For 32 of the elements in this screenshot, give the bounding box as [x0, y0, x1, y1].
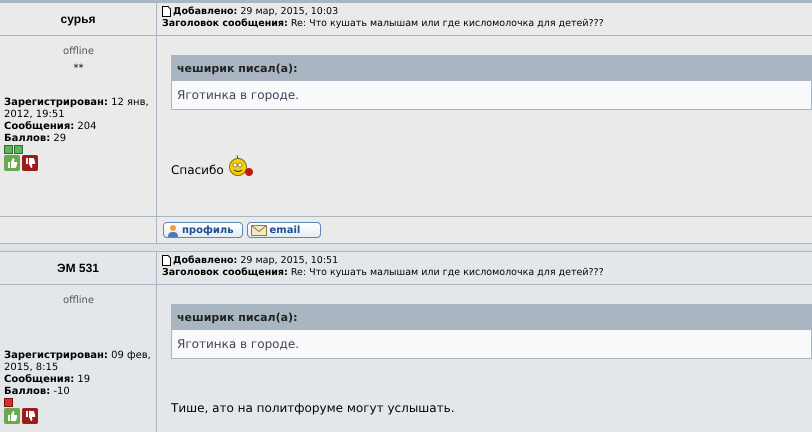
message-subject: Заголовок сообщения: Re: Что кушать малышам или где кисломолочка для детей??? [162, 267, 604, 278]
thumbs-down-icon[interactable] [22, 408, 38, 424]
author-name[interactable]: ЭМ 531 [57, 261, 99, 275]
document-icon [162, 6, 171, 17]
smiley-icon [228, 155, 254, 179]
author-name[interactable]: сурья [60, 12, 96, 26]
message-count: Сообщения: 19 [4, 374, 92, 386]
email-button[interactable]: email [246, 222, 321, 238]
quote-text: Яготинка в городе. [177, 88, 300, 102]
document-icon [162, 255, 171, 266]
envelope-icon [250, 224, 267, 236]
quote-author: чеширик писал(а): [172, 56, 811, 81]
added-date: Добавлено: 29 мар, 2015, 10:51 [173, 255, 338, 266]
message-count: Сообщения: 204 [4, 121, 98, 133]
added-date: Добавлено: 29 мар, 2015, 10:03 [173, 6, 338, 17]
registration-date: Зарегистрирован: 12 янв, 2012, 19:51 [4, 97, 150, 121]
online-status: offline [62, 46, 96, 57]
thumbs-up-icon[interactable] [4, 155, 20, 171]
thumbs-up-icon[interactable] [4, 408, 20, 424]
message-text: Спасибо [171, 163, 224, 177]
profile-button[interactable]: профиль [163, 222, 243, 238]
points-count: Баллов: 29 [4, 133, 68, 145]
online-status: offline [62, 295, 96, 306]
points-count: Баллов: -10 [4, 386, 71, 398]
thumbs-down-icon[interactable] [22, 155, 38, 171]
rank-stars: ** [72, 63, 84, 74]
registration-date: Зарегистрирован: 09 фев, 2015, 8:15 [4, 350, 152, 374]
person-icon [167, 224, 179, 236]
quote-author: чеширик писал(а): [172, 305, 811, 330]
message-subject: Заголовок сообщения: Re: Что кушать малышам или где кисломолочка для детей??? [162, 18, 604, 29]
quote-text: Яготинка в городе. [177, 337, 300, 351]
message-text: Тише, ато на политфоруме могут услышать. [171, 401, 455, 415]
